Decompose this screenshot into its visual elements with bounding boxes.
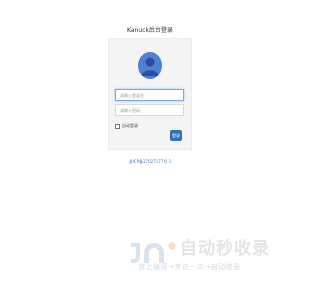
remember-checkbox[interactable]: [115, 123, 120, 129]
page-title: Kanuck后台登录: [127, 27, 173, 34]
remember-me[interactable]: 自动登录: [115, 123, 138, 129]
watermark-brand: 自动秒收录: [180, 239, 270, 259]
username-input[interactable]: 请输入登录名: [115, 89, 184, 101]
watermark-logo-icon: [131, 242, 176, 263]
watermark: 自动秒收录 放上链接→来访一次→自动收录: [128, 235, 283, 275]
watermark-tagline: 放上链接→来访一次→自动收录: [138, 263, 241, 271]
password-input[interactable]: 请输入密码: [115, 104, 184, 116]
login-page: Kanuck后台登录 请输入登录名 请输入密码 自动登录 登录 浙ICP备170…: [0, 0, 300, 300]
remember-label: 自动登录: [122, 123, 138, 128]
icp-link[interactable]: 浙ICP备17027177号-1: [0, 159, 300, 165]
login-button[interactable]: 登录: [170, 130, 182, 141]
user-avatar-icon: [138, 52, 162, 79]
